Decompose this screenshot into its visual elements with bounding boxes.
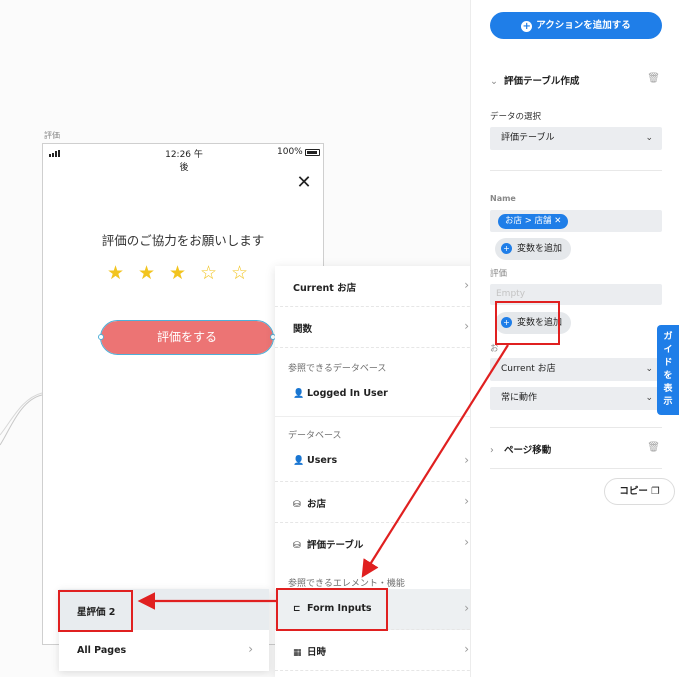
section-databases: データベース [288,431,342,441]
connector-line [0,392,43,446]
name-label: Name [490,194,516,203]
rating-prompt: 評価のご協力をお願いします [101,233,265,248]
signal-icon [49,150,61,157]
star-rating[interactable]: ★ ★ ★ ☆ ☆ [107,264,250,283]
chevron-right-icon: › [464,601,469,615]
star-outline-icon[interactable]: ☆ [200,264,219,283]
chevron-right-icon: › [464,319,469,333]
data-select[interactable]: 評価テーブル ⌄ [490,127,662,150]
chevron-right-icon: › [490,445,494,456]
page-label: 評価 [44,131,60,140]
rating-label: 評価 [490,269,508,279]
copy-icon: ❐ [651,486,660,497]
status-time: 12:26 午後 [165,150,203,173]
star-icon[interactable]: ★ [107,264,126,283]
dropdown-item-datetime[interactable]: ▦ 日時 › [275,630,485,671]
database-icon: ⛁ [293,500,301,510]
user-icon: 👤 [293,456,305,466]
trash-icon[interactable]: 🗑 [647,73,660,84]
dropdown-item-users[interactable]: 👤 Users › [275,441,485,482]
calendar-icon: ▦ [293,648,302,658]
chevron-right-icon: › [464,494,469,508]
close-icon[interactable]: ✕ [554,216,561,226]
guide-tab[interactable]: ガイドを表示 [657,325,679,415]
chevron-down-icon: ⌄ [645,364,653,374]
section-create-rating[interactable]: ⌄ 評価テーブル作成 🗑 [490,73,662,89]
highlight-box-add-variable [495,301,560,345]
shop-select[interactable]: Current お店 ⌄ [490,358,662,381]
user-icon: 👤 [293,389,305,399]
dropdown-item-functions[interactable]: 関数 › [275,307,485,348]
divider [490,468,662,469]
divider [275,416,485,417]
name-tag[interactable]: お店 > 店舗 ✕ [498,214,569,229]
resize-handle[interactable] [98,334,104,340]
divider [490,170,662,171]
dropdown-item-rating-table[interactable]: ⛁ 評価テーブル › [275,523,485,564]
divider [490,427,662,428]
dropdown-item-shop[interactable]: ⛁ お店 › [275,482,485,523]
star-outline-icon[interactable]: ☆ [231,264,250,283]
trash-icon[interactable]: 🗑 [647,442,660,453]
data-select-label: データの選択 [490,112,542,122]
star-icon[interactable]: ★ [169,264,188,283]
status-bar: 12:26 午後 100% [43,144,323,173]
rate-button[interactable]: 評価をする [100,320,274,355]
plus-icon: + [501,243,512,254]
chevron-down-icon: ⌄ [490,76,498,87]
chevron-down-icon: ⌄ [645,133,653,143]
battery-icon [305,149,320,156]
chevron-right-icon: › [464,453,469,467]
chevron-right-icon: › [464,642,469,656]
copy-button[interactable]: コピー ❐ [604,478,675,505]
add-variable-button[interactable]: + 変数を追加 [495,238,572,260]
star-icon[interactable]: ★ [138,264,157,283]
section-ref-databases: 参照できるデータベース [288,364,387,374]
section-page-navigation[interactable]: › ページ移動 🗑 [490,442,662,458]
chevron-right-icon: › [464,535,469,549]
add-action-button[interactable]: + アクションを追加する [490,12,662,39]
plus-icon: + [521,21,533,32]
trigger-select[interactable]: 常に動作 ⌄ [490,387,662,410]
close-icon[interactable]: ✕ [296,174,312,192]
chevron-right-icon: › [464,278,469,292]
dropdown-item-logged-in-user[interactable]: 👤 Logged In User [275,374,485,415]
battery-percent: 100% [277,147,303,157]
highlight-box-star-rating [58,590,133,632]
chevron-down-icon: ⌄ [645,393,653,403]
dropdown-item-current-shop[interactable]: Current お店 › [275,266,485,307]
submenu-item-all-pages[interactable]: All Pages › [59,630,269,671]
chevron-right-icon: › [248,642,253,656]
highlight-box-form-inputs [276,588,388,631]
database-icon: ⛁ [293,541,301,551]
